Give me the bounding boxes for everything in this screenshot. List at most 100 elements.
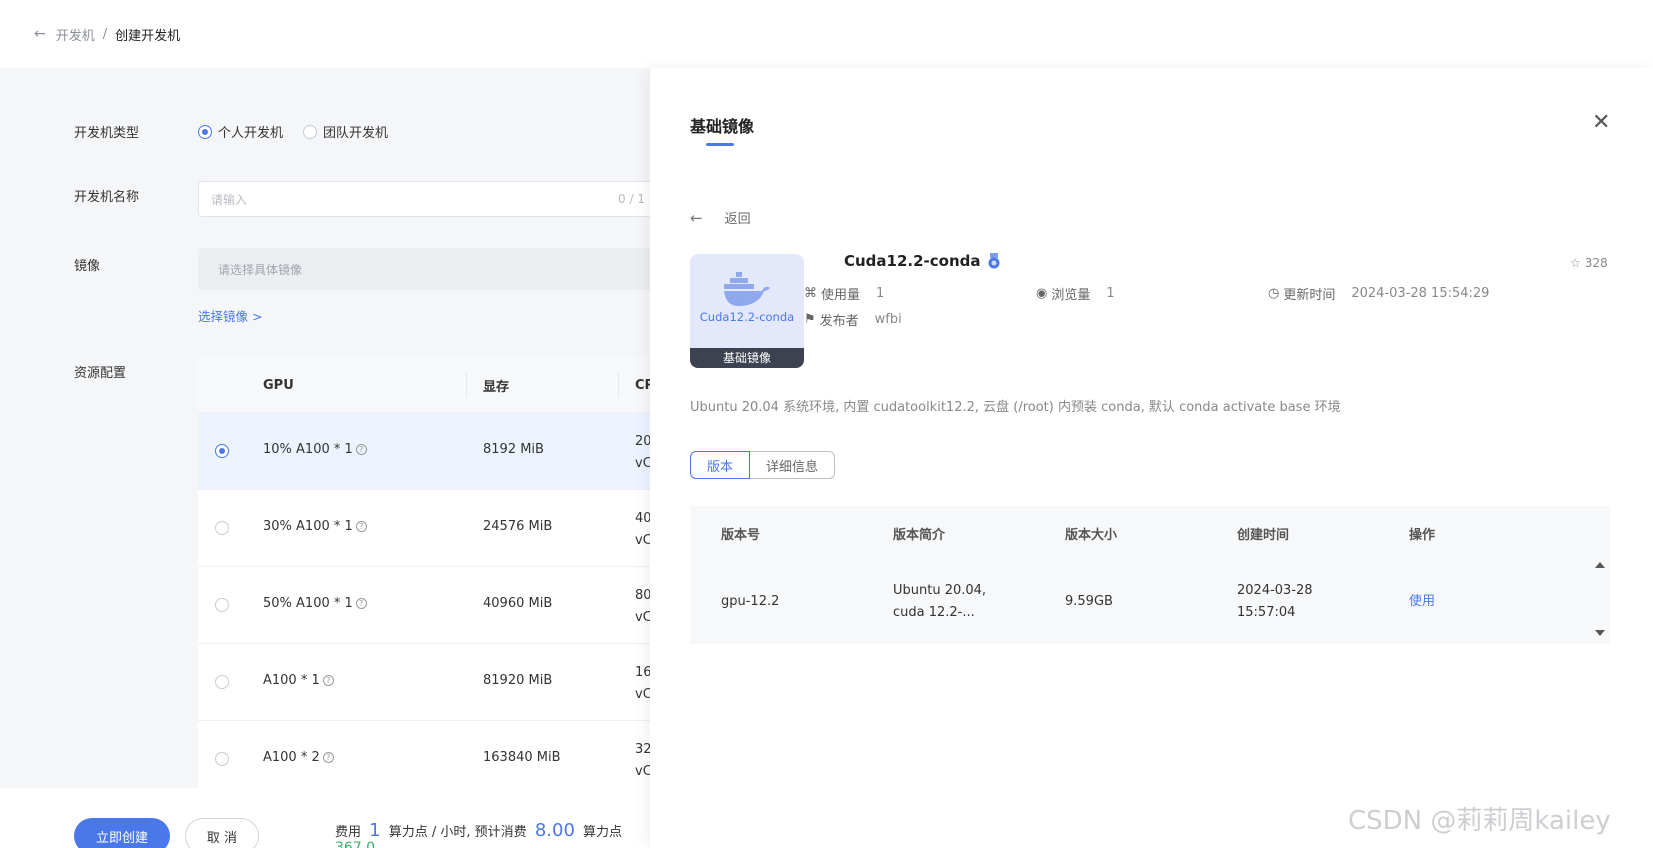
back-arrow-icon[interactable]: ← [34, 26, 46, 42]
resource-row[interactable]: 30% A100 * 1? 24576 MiB 40 vC [198, 489, 658, 566]
updated-meta: ◷ 更新时间 2024-03-28 15:54:29 [1268, 284, 1489, 303]
type-personal-radio[interactable] [198, 124, 212, 139]
resource-radio[interactable] [215, 444, 229, 458]
cancel-button[interactable]: 取 消 [185, 818, 259, 848]
breadcrumb-parent[interactable]: 开发机 [56, 25, 95, 44]
image-title: Cuda12.2-conda [844, 252, 1001, 270]
breadcrumb-current: 创建开发机 [115, 28, 181, 44]
clock-icon: ◷ [1268, 286, 1280, 301]
scroll-up-arrow-icon[interactable] [1595, 562, 1605, 568]
summary-line: cuda 12.2-... [893, 605, 975, 620]
official-medal-icon [988, 253, 1000, 269]
watermark: CSDN @莉莉周kailey [1348, 806, 1611, 836]
version-id: gpu-12.2 [721, 594, 780, 609]
header-gpu: GPU [263, 377, 294, 393]
views-value: 1 [1106, 286, 1115, 301]
views-label: 浏览量 [1051, 288, 1091, 303]
resource-row[interactable]: 50% A100 * 1? 40960 MiB 80 vC [198, 566, 658, 643]
back-button[interactable]: ← 返回 [690, 208, 751, 228]
publisher-meta: ⚑ 发布者 wfbi [804, 310, 902, 329]
name-input[interactable]: 请输入 0 / 1 [198, 181, 658, 217]
version-summary: Ubuntu 20.04, cuda 12.2-... [893, 580, 986, 624]
type-team-label[interactable]: 团队开发机 [323, 122, 388, 141]
help-icon[interactable]: ? [322, 675, 334, 686]
header-divider [618, 372, 619, 398]
type-team-radio[interactable] [303, 124, 318, 139]
docker-whale-icon [724, 272, 770, 306]
flag-icon: ⚑ [804, 312, 816, 327]
image-select[interactable]: 请选择具体镜像 [198, 248, 658, 290]
segment-versions[interactable]: 版本 [690, 451, 751, 479]
close-icon[interactable]: ✕ [1592, 112, 1610, 134]
resource-gpu: 10% A100 * 1? [263, 442, 367, 457]
type-label: 开发机类型 [74, 126, 140, 141]
header-version: 版本号 [721, 528, 761, 543]
star-count: 328 [1584, 256, 1608, 270]
star-icon: ☆ [1570, 256, 1581, 270]
estimate-value: 8.00 [534, 820, 575, 841]
resource-gpu-text: 10% A100 * 1 [263, 442, 353, 457]
resource-memory: 8192 MiB [483, 442, 544, 457]
image-select-placeholder: 请选择具体镜像 [218, 262, 303, 277]
header-memory: 显存 [483, 379, 510, 395]
image-description: Ubuntu 20.04 系统环境, 内置 cudatoolkit12.2, 云… [690, 400, 1341, 415]
fee-value: 1 [369, 820, 381, 841]
resource-gpu-text: 50% A100 * 1 [263, 596, 353, 611]
version-table: 版本号 版本简介 版本大小 创建时间 操作 gpu-12.2 Ubuntu 20… [690, 506, 1610, 644]
name-label: 开发机名称 [74, 190, 140, 205]
resource-label: 资源配置 [74, 366, 127, 381]
segment-details[interactable]: 详细信息 [750, 451, 836, 479]
fee-prefix: 费用 [335, 825, 362, 840]
resource-radio[interactable] [215, 752, 229, 766]
resource-row[interactable]: 10% A100 * 1? 8192 MiB 20 vC [198, 412, 658, 489]
help-icon[interactable]: ? [355, 444, 367, 455]
publisher-value: wfbi [874, 312, 902, 327]
header-size: 版本大小 [1065, 528, 1118, 543]
updated-value: 2024-03-28 15:54:29 [1351, 286, 1490, 301]
drawer-tab-base-image[interactable]: 基础镜像 [690, 113, 754, 137]
scroll-down-arrow-icon[interactable] [1595, 630, 1605, 636]
created-time: 15:57:04 [1237, 605, 1296, 620]
fee-summary: 费用 1 算力点 / 小时, 预计消费 8.00 算力点 [335, 820, 622, 841]
resource-row[interactable]: A100 * 1? 81920 MiB 16 vC [198, 643, 658, 720]
resource-memory: 24576 MiB [483, 519, 553, 534]
detail-segment-control: 版本 详细信息 [690, 451, 836, 479]
name-input-placeholder: 请输入 [211, 192, 248, 207]
use-version-link[interactable]: 使用 [1409, 591, 1435, 613]
summary-line: Ubuntu 20.04, [893, 583, 987, 598]
usage-value: 1 [876, 286, 885, 301]
resource-radio[interactable] [215, 521, 229, 535]
eye-icon: ◉ [1036, 286, 1048, 301]
resource-gpu-text: A100 * 2 [263, 750, 320, 765]
version-table-header: 版本号 版本简介 版本大小 创建时间 操作 [690, 506, 1610, 560]
table-row: gpu-12.2 Ubuntu 20.04, cuda 12.2-... 9.59… [690, 560, 1590, 644]
usage-meta: ⌘ 使用量 1 [804, 284, 884, 303]
help-icon[interactable]: ? [355, 521, 367, 532]
resource-row[interactable]: A100 * 2? 163840 MiB 32 vC [198, 720, 658, 788]
header-divider [466, 372, 467, 398]
publisher-label: 发布者 [819, 314, 859, 329]
type-personal-label[interactable]: 个人开发机 [218, 122, 283, 141]
create-button[interactable]: 立即创建 [74, 818, 170, 848]
resource-table: GPU 显存 CPU 10% A100 * 1? 8192 MiB 20vC 3… [198, 358, 658, 788]
header-created: 创建时间 [1237, 528, 1290, 543]
created-date: 2024-03-28 [1237, 583, 1313, 598]
back-label: 返回 [724, 212, 751, 227]
help-icon[interactable]: ? [322, 752, 334, 763]
breadcrumb-separator: / [102, 26, 108, 42]
resource-radio[interactable] [215, 598, 229, 612]
usage-icon: ⌘ [804, 286, 817, 301]
version-created: 2024-03-28 15:57:04 [1237, 580, 1313, 624]
resource-gpu: A100 * 2? [263, 750, 334, 765]
choose-image-link[interactable]: 选择镜像 > [198, 306, 262, 325]
back-arrow-icon: ← [690, 208, 703, 227]
resource-gpu: 50% A100 * 1? [263, 596, 367, 611]
balance-value: 367.0 [335, 840, 376, 848]
name-char-count: 0 / 1 [618, 192, 645, 206]
help-icon[interactable]: ? [355, 598, 367, 609]
resource-radio[interactable] [215, 675, 229, 689]
resource-gpu-text: A100 * 1 [263, 673, 320, 688]
favorite-button[interactable]: ☆ 328 [1570, 256, 1608, 270]
thumbnail-badge: 基础镜像 [690, 348, 804, 368]
image-label: 镜像 [74, 259, 101, 274]
